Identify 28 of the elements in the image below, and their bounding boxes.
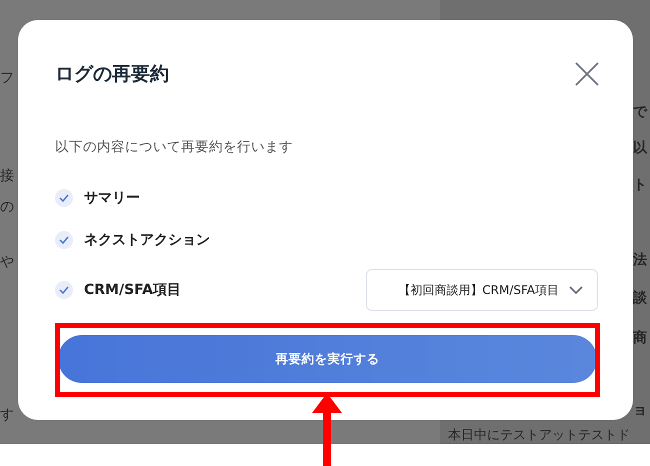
background-text: や (0, 253, 15, 271)
option-label: CRM/SFA項目 (84, 281, 181, 299)
background-text: 法 (633, 251, 648, 269)
background-text: 談 (633, 289, 648, 307)
dialog-title: ログの再要約 (55, 62, 169, 87)
chevron-down-icon (569, 286, 583, 294)
background-text: す (0, 406, 15, 424)
checkbox[interactable] (55, 231, 73, 249)
checkbox[interactable] (55, 189, 73, 207)
check-icon (59, 236, 69, 244)
option-label: サマリー (84, 189, 140, 207)
background-text: で (633, 103, 648, 121)
option-label: ネクストアクション (84, 231, 210, 249)
background-text: ト (633, 176, 648, 194)
check-icon (59, 286, 69, 294)
background-text: フ (0, 69, 15, 87)
background-text: 以 (633, 139, 648, 157)
background-text: の (0, 198, 15, 216)
close-icon[interactable] (575, 62, 599, 86)
background-text: 商 (633, 329, 648, 347)
dialog-description: 以下の内容について再要約を行います (55, 138, 294, 156)
background-text: ョ (633, 401, 648, 419)
template-dropdown[interactable]: 【初回商談用】CRM/SFA項目 (366, 269, 598, 311)
checkbox[interactable] (55, 281, 73, 299)
check-icon (59, 194, 69, 202)
resummarize-button[interactable]: 再要約を実行する (58, 335, 597, 383)
background-text: 接 (0, 167, 15, 185)
background-text: 本日中にテストアットテストド (448, 428, 630, 443)
